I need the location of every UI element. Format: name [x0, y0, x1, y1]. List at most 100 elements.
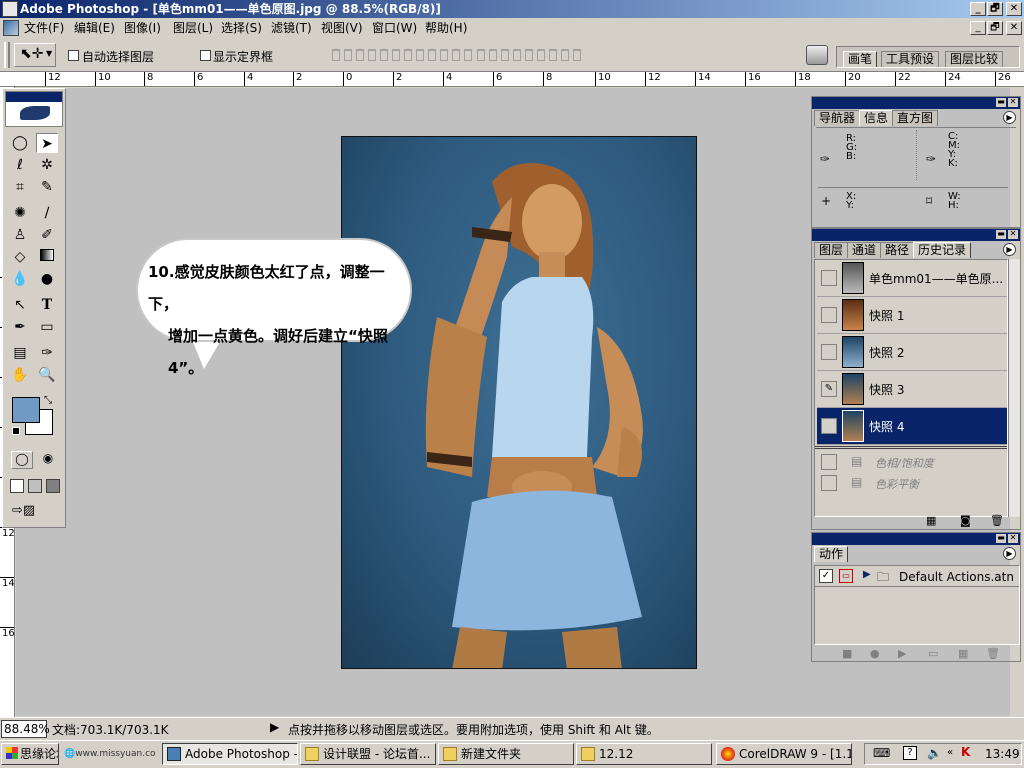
tab-actions[interactable]: 动作	[814, 546, 849, 562]
eraser-icon[interactable]: ◇	[9, 247, 31, 267]
clone-stamp-icon[interactable]: ♙	[9, 225, 31, 245]
history-source-checkbox[interactable]	[821, 270, 837, 286]
trash-icon[interactable]: 🗑	[990, 514, 1004, 527]
doc-minimize-button[interactable]: _	[970, 21, 986, 35]
type-tool-icon[interactable]: T	[36, 295, 58, 315]
menu-layer[interactable]: 图层(L)	[173, 18, 213, 38]
tab-history[interactable]: 历史记录	[913, 242, 972, 258]
tab-paths[interactable]: 路径	[880, 242, 915, 258]
palette-minimize-button[interactable]: ▬	[996, 230, 1006, 239]
document-size[interactable]: 文档:703.1K/703.1K	[52, 721, 169, 738]
palette-header[interactable]: ▬ ✕	[812, 229, 1020, 241]
move-tool-icon[interactable]: ➤	[36, 133, 58, 153]
menu-filter[interactable]: 滤镜(T)	[271, 18, 312, 38]
standard-mode-button[interactable]: ◯	[11, 451, 33, 469]
dodge-icon[interactable]: ●	[36, 269, 58, 289]
tab-histogram[interactable]: 直方图	[892, 110, 939, 126]
tab-info[interactable]: 信息	[859, 110, 894, 126]
marquee-ellipse-icon[interactable]: ◯	[9, 133, 31, 153]
toolbox-header[interactable]	[5, 91, 63, 127]
healing-brush-icon[interactable]: ✺	[9, 203, 31, 223]
restore-button[interactable]: 🗗	[987, 2, 1003, 16]
zoom-field[interactable]: 88.48%	[1, 720, 50, 738]
slice-icon[interactable]: ✎	[36, 177, 58, 197]
volume-icon[interactable]: 🔈	[927, 746, 942, 760]
action-set-row[interactable]: ✓ ▭ ▶ 🗀 Default Actions.atn	[815, 567, 1019, 587]
menu-view[interactable]: 视图(V)	[321, 18, 363, 38]
distribute-buttons[interactable]	[475, 49, 583, 64]
tab-layer-comps[interactable]: 图层比较	[945, 51, 1004, 67]
menu-edit[interactable]: 编辑(E)	[74, 18, 115, 38]
history-snapshot-row-selected[interactable]: 快照 4	[817, 408, 1007, 445]
menu-help[interactable]: 帮助(H)	[425, 18, 467, 38]
hand-icon[interactable]: ✋	[9, 365, 31, 385]
kingsoft-icon[interactable]: K	[961, 745, 970, 759]
history-source-checkbox[interactable]	[821, 418, 837, 434]
palette-minimize-button[interactable]: ▬	[996, 98, 1006, 107]
tab-channels[interactable]: 通道	[847, 242, 882, 258]
crop-icon[interactable]: ⌗	[9, 177, 31, 197]
new-action-icon[interactable]: ▦	[958, 647, 968, 660]
history-source-checkbox[interactable]: ✎	[821, 381, 837, 397]
task-folder-1212[interactable]: 12.12	[576, 743, 712, 765]
new-document-from-state-icon[interactable]: ▦	[926, 514, 936, 527]
screen-mode-standard-icon[interactable]	[10, 479, 24, 493]
align-buttons[interactable]	[330, 49, 474, 64]
palette-well-icon[interactable]	[806, 45, 828, 65]
history-scrollbar[interactable]	[1008, 259, 1020, 517]
palette-close-button[interactable]: ✕	[1008, 534, 1018, 543]
screen-mode-full-icon[interactable]	[46, 479, 60, 493]
history-state-row[interactable]: ▤ 色彩平衡	[817, 473, 1007, 493]
zoom-icon[interactable]: 🔍	[36, 365, 58, 385]
menu-file[interactable]: 文件(F)	[24, 18, 64, 38]
menu-select[interactable]: 选择(S)	[221, 18, 262, 38]
palette-close-button[interactable]: ✕	[1008, 230, 1018, 239]
new-snapshot-icon[interactable]: ◙	[960, 514, 971, 527]
dialog-toggle-icon[interactable]: ▭	[839, 569, 853, 583]
play-icon[interactable]: ▶	[898, 647, 906, 660]
quick-launch[interactable]: 🌐www.missyuan.com	[64, 745, 156, 763]
record-icon[interactable]: ●	[870, 647, 880, 660]
palette-menu-button[interactable]: ▶	[1003, 547, 1016, 560]
status-menu-arrow-icon[interactable]: ▶	[270, 720, 279, 734]
tab-tool-presets[interactable]: 工具预设	[881, 51, 940, 67]
trash-icon[interactable]: 🗑	[986, 647, 1000, 660]
history-snapshot-row[interactable]: 快照 2	[817, 334, 1007, 371]
history-brush-icon[interactable]: ✐	[36, 225, 58, 245]
brush-icon[interactable]: ∕	[36, 203, 58, 223]
tab-navigator[interactable]: 导航器	[814, 110, 861, 126]
magic-wand-icon[interactable]: ✲	[36, 155, 58, 175]
history-source-checkbox[interactable]	[821, 307, 837, 323]
doc-close-button[interactable]: ✕	[1006, 21, 1022, 35]
help-icon[interactable]: ?	[903, 746, 917, 760]
close-button[interactable]: ✕	[1006, 2, 1022, 16]
palette-close-button[interactable]: ✕	[1008, 98, 1018, 107]
pen-icon[interactable]: ✒	[9, 317, 31, 337]
document-icon[interactable]	[3, 20, 19, 36]
auto-select-checkbox[interactable]	[68, 50, 79, 61]
swap-colors-icon[interactable]: ⤡	[44, 395, 52, 406]
jump-to-imageready-icon[interactable]: ⇨▨	[12, 503, 58, 521]
task-coreldraw[interactable]: CorelDRAW 9 - [1.1...	[716, 743, 852, 765]
palette-menu-button[interactable]: ▶	[1003, 111, 1016, 124]
history-state-row[interactable]: ▤ 色相/饱和度	[817, 452, 1007, 472]
keyboard-icon[interactable]: ⌨	[873, 746, 890, 760]
task-photoshop[interactable]: Adobe Photoshop - ...	[162, 743, 298, 765]
palette-minimize-button[interactable]: ▬	[996, 534, 1006, 543]
lasso-icon[interactable]: ℓ	[9, 155, 31, 175]
notes-icon[interactable]: ▤	[9, 343, 31, 363]
menu-image[interactable]: 图像(I)	[124, 18, 161, 38]
quickmask-mode-button[interactable]: ◉	[37, 451, 59, 469]
palette-header[interactable]: ▬ ✕	[812, 97, 1020, 109]
options-grip[interactable]	[4, 42, 10, 68]
foreground-color-swatch[interactable]	[12, 397, 40, 423]
screen-mode-full-menu-icon[interactable]	[28, 479, 42, 493]
path-select-icon[interactable]: ↖	[9, 295, 31, 315]
expand-triangle-icon[interactable]: ▶	[863, 569, 871, 580]
action-enable-checkbox[interactable]: ✓	[819, 569, 833, 583]
palette-menu-button[interactable]: ▶	[1003, 243, 1016, 256]
history-snapshot-row[interactable]: 单色mm01——单色原...	[817, 260, 1007, 297]
history-source-checkbox[interactable]	[821, 344, 837, 360]
default-colors-icon[interactable]	[12, 427, 20, 435]
stop-icon[interactable]: ■	[842, 647, 852, 660]
